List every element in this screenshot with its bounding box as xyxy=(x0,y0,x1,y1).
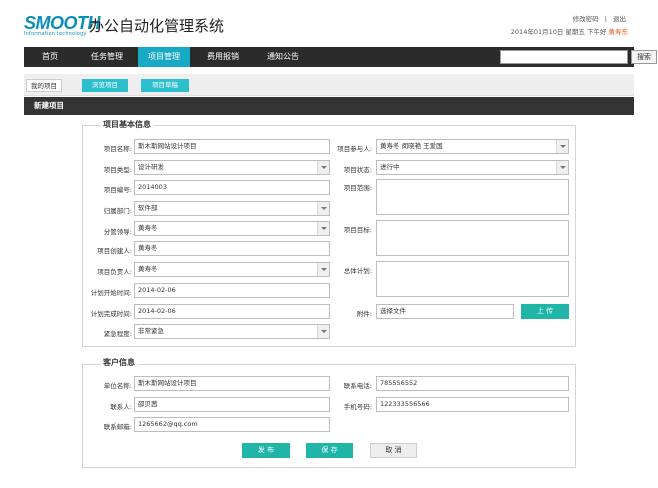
department-value: 软件部 xyxy=(138,204,158,212)
client-info-legend: 客户信息 xyxy=(100,357,138,368)
top-separator: | xyxy=(604,15,607,23)
current-user[interactable]: 黄寿东 xyxy=(609,28,629,36)
mobile-label: 手机号码: xyxy=(343,403,372,411)
tab-project-drafts[interactable]: 项目草稿 xyxy=(141,79,189,92)
status-value: 进行中 xyxy=(380,163,400,171)
publish-button[interactable]: 发 布 xyxy=(242,443,290,458)
system-title: 办公自动化管理系统 xyxy=(89,17,225,35)
tab-my-projects[interactable]: 我的项目 xyxy=(26,79,62,92)
logout-link[interactable]: 退出 xyxy=(613,15,626,23)
contact-field[interactable]: 邵贝茜 xyxy=(134,397,330,412)
project-number-field[interactable]: 2014003 xyxy=(134,180,330,195)
plan-textarea[interactable] xyxy=(376,261,569,297)
scope-textarea[interactable] xyxy=(376,179,569,215)
start-date-field[interactable]: 2014-02-06 xyxy=(134,283,330,298)
change-password-link[interactable]: 修改密码 xyxy=(573,15,599,23)
date-greeting: 2014年01月10日 星期五 下午好 黄寿东 xyxy=(511,26,628,36)
members-value: 黄寿冬 闵晓艳 王爱国 xyxy=(380,142,443,150)
chevron-down-icon xyxy=(317,325,329,338)
company-label: 单位名称: xyxy=(103,382,132,390)
project-name-field[interactable]: 斯木斯网站设计项目 xyxy=(134,139,330,154)
members-label: 项目参与人: xyxy=(337,145,372,153)
scope-label: 项目范围: xyxy=(343,184,372,192)
file-chooser[interactable]: 选择文件 xyxy=(376,304,514,319)
creator-field[interactable]: 黄寿冬 xyxy=(134,241,330,256)
department-label: 归属部门: xyxy=(103,207,132,215)
owner-label: 项目负责人: xyxy=(97,268,132,276)
status-select[interactable]: 进行中 xyxy=(376,160,569,175)
phone-field[interactable]: 785556552 xyxy=(376,376,569,391)
leader-value: 黄寿冬 xyxy=(138,224,158,232)
creator-label: 项目创建人: xyxy=(97,247,132,255)
leader-label: 分管领导: xyxy=(103,228,132,236)
leader-select[interactable]: 黄寿冬 xyxy=(134,221,330,236)
chevron-down-icon xyxy=(556,161,568,174)
email-field[interactable]: 1265662@qq.com xyxy=(134,417,330,432)
nav-item-home[interactable]: 首页 xyxy=(28,47,72,67)
nav-item-tasks[interactable]: 任务管理 xyxy=(80,47,134,67)
urgency-label: 紧急程度: xyxy=(103,330,132,338)
members-select[interactable]: 黄寿冬 闵晓艳 王爱国 xyxy=(376,139,569,154)
tab-browse-projects[interactable]: 浏览项目 xyxy=(82,79,128,92)
basic-info-legend: 项目基本信息 xyxy=(100,119,154,130)
project-type-select[interactable]: 设计研发 xyxy=(134,160,330,175)
nav-item-notices[interactable]: 通知公告 xyxy=(256,47,310,67)
section-title: 新建项目 xyxy=(24,97,634,115)
phone-label: 联系电话: xyxy=(343,382,372,390)
save-button[interactable]: 保 存 xyxy=(306,443,353,458)
goal-textarea[interactable] xyxy=(376,220,569,256)
project-type-value: 设计研发 xyxy=(138,163,164,171)
plan-label: 总体计划: xyxy=(343,267,372,275)
urgency-value: 非常紧急 xyxy=(138,327,164,335)
attachment-label: 附件: xyxy=(356,310,372,318)
owner-select[interactable]: 黄寿冬 xyxy=(134,262,330,277)
mobile-field[interactable]: 122333556566 xyxy=(376,397,569,412)
page: SMOOTH Information technology 办公自动化管理系统 … xyxy=(0,0,658,488)
chevron-down-icon xyxy=(556,140,568,153)
contact-label: 联系人: xyxy=(110,403,132,411)
cancel-button[interactable]: 取 消 xyxy=(370,443,417,458)
chevron-down-icon xyxy=(317,202,329,215)
main-nav: 首页 任务管理 项目管理 费用报销 通知公告 搜索 xyxy=(24,47,657,67)
end-date-label: 计划完成时间: xyxy=(90,310,132,318)
top-links: 修改密码 | 退出 xyxy=(571,13,628,23)
start-date-label: 计划开始时间: xyxy=(90,289,132,297)
end-date-field[interactable]: 2014-02-06 xyxy=(134,304,330,319)
project-type-label: 项目类型: xyxy=(103,166,132,174)
nav-item-projects[interactable]: 项目管理 xyxy=(138,47,190,67)
goal-label: 项目目标: xyxy=(343,226,372,234)
upload-button[interactable]: 上 传 xyxy=(521,304,569,319)
search-input[interactable] xyxy=(500,50,628,64)
project-number-label: 项目编号: xyxy=(103,186,132,194)
owner-value: 黄寿冬 xyxy=(138,265,158,273)
project-name-label: 项目名称: xyxy=(103,145,132,153)
date-text: 2014年01月10日 星期五 下午好 xyxy=(510,28,607,36)
department-select[interactable]: 软件部 xyxy=(134,201,330,216)
email-label: 联系邮箱: xyxy=(103,423,132,431)
status-label: 项目状态: xyxy=(343,166,372,174)
company-field[interactable]: 斯木斯网站设计项目 xyxy=(134,376,330,391)
urgency-select[interactable]: 非常紧急 xyxy=(134,324,330,339)
subtab-bar: 我的项目 浏览项目 项目草稿 xyxy=(24,74,634,96)
search-button[interactable]: 搜索 xyxy=(631,50,657,64)
nav-item-expenses[interactable]: 费用报销 xyxy=(196,47,250,67)
